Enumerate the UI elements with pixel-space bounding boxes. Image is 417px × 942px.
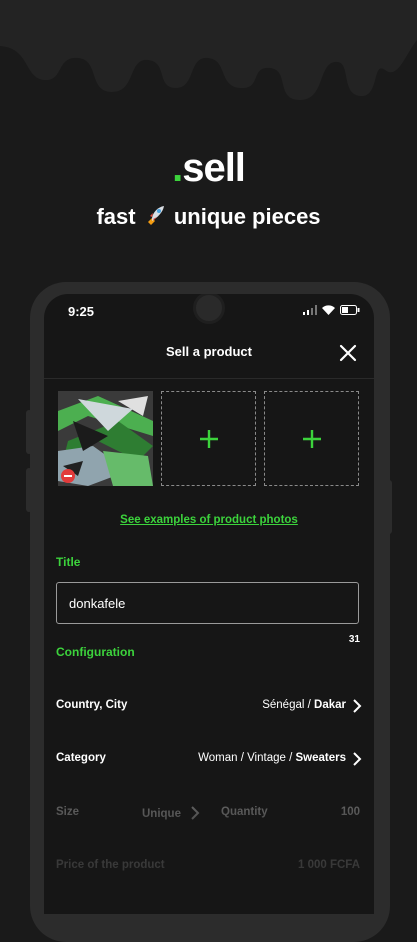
category-value: Woman / Vintage / Sweaters: [198, 752, 346, 764]
phone-side-button: [26, 468, 32, 512]
brand-logo: .sell: [0, 146, 417, 191]
tagline-start: fast: [96, 204, 136, 229]
brand-dot: .: [172, 146, 183, 190]
battery-icon: [340, 305, 360, 315]
size-quantity-row: Size Unique Quantity 100: [56, 803, 362, 823]
location-value: Sénégal / Dakar: [262, 699, 346, 711]
quantity-label: Quantity: [221, 806, 268, 818]
price-value: 1 000 FCFA: [298, 859, 360, 871]
wifi-icon: [322, 305, 335, 315]
title-input[interactable]: [56, 582, 359, 624]
remove-photo-icon[interactable]: [61, 469, 75, 483]
examples-link[interactable]: See examples of product photos: [44, 514, 374, 526]
quantity-value[interactable]: 100: [341, 806, 360, 818]
location-row[interactable]: Country, City Sénégal / Dakar: [56, 696, 362, 716]
app-screen: 9:25 Sell a product See examples of prod…: [44, 294, 374, 914]
category-row[interactable]: Category Woman / Vintage / Sweaters: [56, 749, 362, 769]
add-photo-slot[interactable]: [161, 391, 256, 486]
signal-icon: [303, 305, 317, 315]
status-bar: 9:25: [44, 302, 374, 324]
price-row[interactable]: Price of the product 1 000 FCFA: [56, 856, 362, 876]
category-label: Category: [56, 752, 106, 764]
price-label: Price of the product: [56, 859, 165, 871]
tagline-end: unique pieces: [173, 204, 321, 229]
brand-name: sell: [182, 146, 246, 190]
configuration-section-label: Configuration: [56, 645, 135, 659]
size-value: Unique: [142, 808, 181, 820]
chevron-right-icon: [353, 752, 362, 766]
rocket-emoji-icon: [144, 204, 166, 232]
plus-icon: [199, 429, 218, 448]
plus-icon: [302, 429, 321, 448]
photo-slots: [58, 391, 359, 486]
status-time: 9:25: [68, 304, 95, 319]
tagline: fast unique pieces: [0, 204, 417, 232]
char-count: 31: [348, 634, 360, 645]
size-selector[interactable]: Unique: [142, 806, 200, 820]
bottom-fade: [44, 764, 374, 914]
close-icon[interactable]: [338, 343, 358, 363]
title-section-label: Title: [56, 555, 81, 569]
nav-bar: Sell a product: [44, 328, 374, 379]
size-label: Size: [56, 806, 80, 818]
chevron-right-icon: [191, 806, 200, 820]
chevron-right-icon: [353, 699, 362, 713]
drip-background: [0, 0, 417, 100]
product-photo[interactable]: [58, 391, 153, 486]
phone-side-button: [26, 410, 32, 454]
page-title: Sell a product: [166, 344, 252, 359]
location-label: Country, City: [56, 699, 128, 711]
phone-side-button: [386, 480, 392, 534]
add-photo-slot[interactable]: [264, 391, 359, 486]
